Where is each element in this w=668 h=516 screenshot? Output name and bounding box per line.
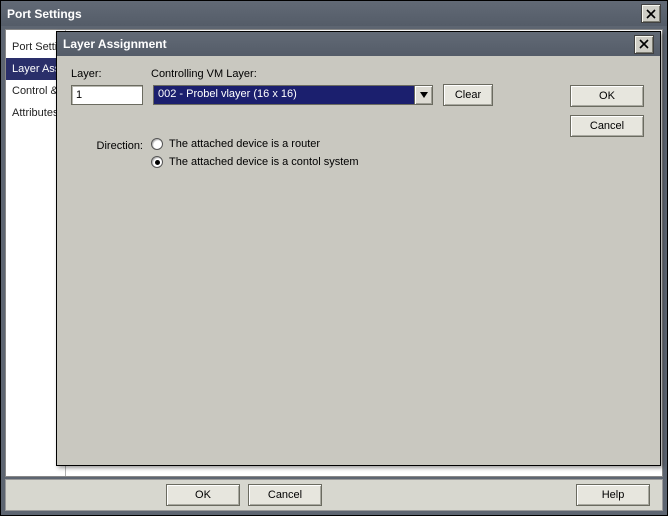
port-settings-window: Port Settings Port Settings Layer Assign… bbox=[0, 0, 668, 516]
radio-icon bbox=[151, 156, 163, 168]
layer-assignment-close-button[interactable] bbox=[634, 35, 654, 54]
dropdown-button[interactable] bbox=[414, 86, 432, 104]
layer-assignment-titlebar: Layer Assignment bbox=[57, 32, 660, 56]
port-settings-ok-button[interactable]: OK bbox=[166, 484, 240, 506]
radio-label: The attached device is a router bbox=[169, 138, 320, 150]
port-settings-help-button[interactable]: Help bbox=[576, 484, 650, 506]
radio-label: The attached device is a contol system bbox=[169, 156, 359, 168]
radio-icon bbox=[151, 138, 163, 150]
direction-option-router[interactable]: The attached device is a router bbox=[151, 138, 359, 150]
direction-label: Direction: bbox=[71, 138, 151, 152]
port-settings-title: Port Settings bbox=[7, 7, 641, 21]
direction-radio-group: The attached device is a router The atta… bbox=[151, 138, 359, 168]
controlling-vm-layer-label: Controlling VM Layer: bbox=[151, 68, 431, 80]
controlling-vm-layer-dropdown[interactable]: 002 - Probel vlayer (16 x 16) bbox=[153, 85, 433, 105]
port-settings-titlebar: Port Settings bbox=[1, 1, 667, 26]
layer-label: Layer: bbox=[71, 68, 151, 80]
port-settings-footer: OK Cancel Help bbox=[5, 479, 663, 511]
clear-button[interactable]: Clear bbox=[443, 84, 493, 106]
layer-assignment-title: Layer Assignment bbox=[63, 37, 634, 51]
close-icon bbox=[646, 9, 656, 19]
controlling-vm-layer-value: 002 - Probel vlayer (16 x 16) bbox=[154, 86, 414, 104]
port-settings-close-button[interactable] bbox=[641, 4, 661, 23]
port-settings-cancel-button[interactable]: Cancel bbox=[248, 484, 322, 506]
layer-assignment-ok-button[interactable]: OK bbox=[570, 85, 644, 107]
layer-input[interactable] bbox=[71, 85, 143, 105]
layer-assignment-dialog: Layer Assignment Layer: Controlling VM L… bbox=[56, 31, 661, 466]
close-icon bbox=[639, 39, 649, 49]
direction-option-control-system[interactable]: The attached device is a contol system bbox=[151, 156, 359, 168]
tab-label: Attributes bbox=[12, 107, 58, 119]
layer-assignment-cancel-button[interactable]: Cancel bbox=[570, 115, 644, 137]
chevron-down-icon bbox=[420, 92, 428, 98]
layer-assignment-body: Layer: Controlling VM Layer: 002 - Probe… bbox=[61, 60, 656, 461]
